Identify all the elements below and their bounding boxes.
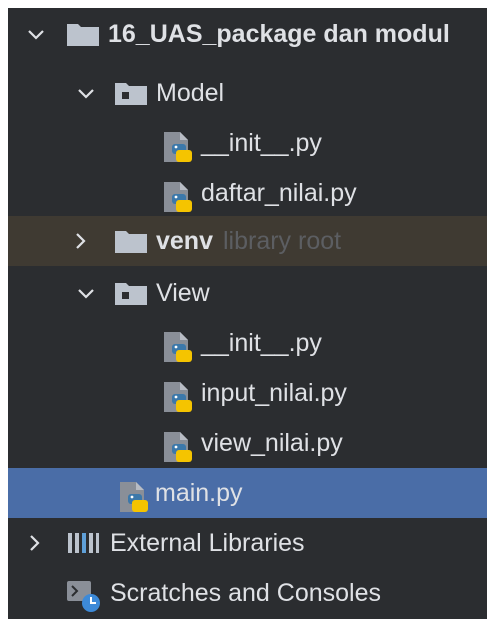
tree-row-scratches[interactable]: Scratches and Consoles (8, 568, 487, 618)
tree-row-root[interactable]: 16_UAS_package dan modul (8, 9, 487, 59)
tree-row-view[interactable]: View (8, 268, 487, 318)
tree-row-view-view[interactable]: view_nilai.py (8, 418, 487, 468)
tree-label-main: main.py (155, 479, 243, 507)
chevron-down-icon[interactable] (76, 268, 96, 318)
tree-label-model: Model (156, 79, 225, 107)
project-tree-panel: 16_UAS_package dan modul Model __init__.… (8, 8, 487, 619)
tree-row-model-daftar[interactable]: daftar_nilai.py (8, 168, 487, 218)
tree-row-model-init[interactable]: __init__.py (8, 118, 487, 168)
venv-name: venv (156, 227, 213, 255)
tree-row-view-init[interactable]: __init__.py (8, 318, 487, 368)
tree-row-main[interactable]: main.py (8, 468, 487, 518)
tree-label-scratches: Scratches and Consoles (110, 579, 381, 607)
tree-row-view-input[interactable]: input_nilai.py (8, 368, 487, 418)
tree-label-external-libraries: External Libraries (110, 529, 305, 557)
library-root-hint: library root (222, 227, 342, 255)
tree-label-view-input: input_nilai.py (201, 379, 347, 407)
tree-row-venv[interactable]: venv library root (8, 216, 487, 266)
tree-label-view: View (156, 279, 210, 307)
chevron-down-icon[interactable] (76, 68, 96, 118)
tree-label-model-daftar: daftar_nilai.py (201, 179, 357, 207)
tree-label-root: 16_UAS_package dan modul (108, 20, 450, 48)
tree-label-view-view: view_nilai.py (201, 429, 343, 457)
tree-label-view-init: __init__.py (201, 329, 322, 357)
tree-label-model-init: __init__.py (201, 129, 322, 157)
tree-label-venv: venv library root (156, 216, 341, 266)
tree-row-model[interactable]: Model (8, 68, 487, 118)
tree-row-external-libraries[interactable]: External Libraries (8, 518, 487, 568)
chevron-right-icon[interactable] (24, 518, 44, 568)
chevron-down-icon[interactable] (26, 9, 46, 59)
chevron-right-icon[interactable] (70, 216, 90, 266)
